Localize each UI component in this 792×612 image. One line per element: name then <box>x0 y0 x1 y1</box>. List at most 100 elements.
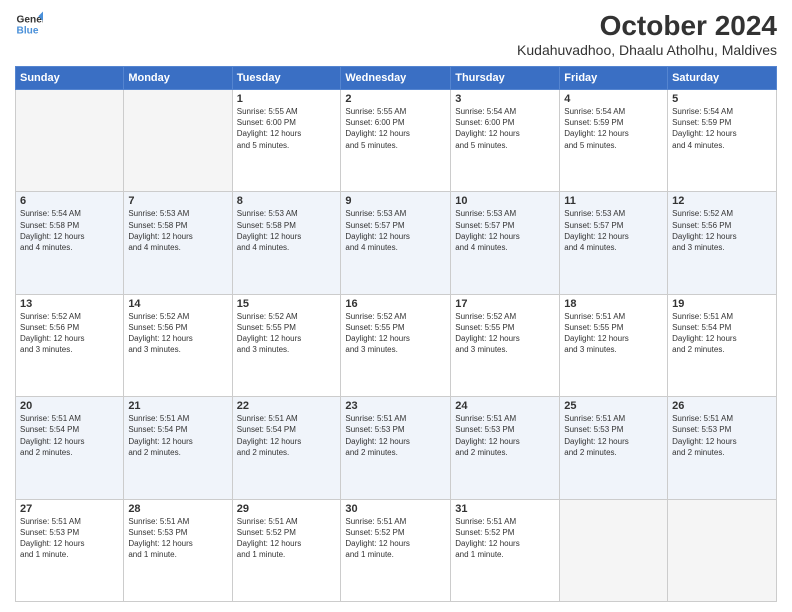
logo-icon: General Blue <box>15 10 43 38</box>
day-info: Sunrise: 5:53 AM Sunset: 5:58 PM Dayligh… <box>237 208 337 253</box>
day-info: Sunrise: 5:51 AM Sunset: 5:54 PM Dayligh… <box>128 413 227 458</box>
day-number: 17 <box>455 298 555 310</box>
day-number: 10 <box>455 195 555 207</box>
day-info: Sunrise: 5:51 AM Sunset: 5:54 PM Dayligh… <box>672 311 772 356</box>
calendar-cell <box>668 499 777 601</box>
day-number: 7 <box>128 195 227 207</box>
calendar-cell: 8Sunrise: 5:53 AM Sunset: 5:58 PM Daylig… <box>232 192 341 294</box>
calendar-cell: 9Sunrise: 5:53 AM Sunset: 5:57 PM Daylig… <box>341 192 451 294</box>
day-number: 16 <box>345 298 446 310</box>
day-info: Sunrise: 5:51 AM Sunset: 5:52 PM Dayligh… <box>345 516 446 561</box>
weekday-header-wednesday: Wednesday <box>341 67 451 90</box>
day-number: 20 <box>20 400 119 412</box>
day-info: Sunrise: 5:54 AM Sunset: 5:59 PM Dayligh… <box>564 106 663 151</box>
calendar-cell: 19Sunrise: 5:51 AM Sunset: 5:54 PM Dayli… <box>668 294 777 396</box>
calendar-week-row-5: 27Sunrise: 5:51 AM Sunset: 5:53 PM Dayli… <box>16 499 777 601</box>
calendar-cell: 24Sunrise: 5:51 AM Sunset: 5:53 PM Dayli… <box>451 397 560 499</box>
calendar-cell: 16Sunrise: 5:52 AM Sunset: 5:55 PM Dayli… <box>341 294 451 396</box>
day-number: 19 <box>672 298 772 310</box>
day-info: Sunrise: 5:52 AM Sunset: 5:56 PM Dayligh… <box>20 311 119 356</box>
day-number: 2 <box>345 93 446 105</box>
day-info: Sunrise: 5:55 AM Sunset: 6:00 PM Dayligh… <box>237 106 337 151</box>
day-info: Sunrise: 5:53 AM Sunset: 5:57 PM Dayligh… <box>345 208 446 253</box>
day-info: Sunrise: 5:54 AM Sunset: 5:58 PM Dayligh… <box>20 208 119 253</box>
day-number: 26 <box>672 400 772 412</box>
calendar-cell: 22Sunrise: 5:51 AM Sunset: 5:54 PM Dayli… <box>232 397 341 499</box>
day-info: Sunrise: 5:51 AM Sunset: 5:53 PM Dayligh… <box>345 413 446 458</box>
calendar-cell: 31Sunrise: 5:51 AM Sunset: 5:52 PM Dayli… <box>451 499 560 601</box>
day-number: 3 <box>455 93 555 105</box>
day-info: Sunrise: 5:55 AM Sunset: 6:00 PM Dayligh… <box>345 106 446 151</box>
day-number: 24 <box>455 400 555 412</box>
subtitle: Kudahuvadhoo, Dhaalu Atholhu, Maldives <box>517 42 777 58</box>
day-info: Sunrise: 5:51 AM Sunset: 5:52 PM Dayligh… <box>237 516 337 561</box>
calendar-week-row-4: 20Sunrise: 5:51 AM Sunset: 5:54 PM Dayli… <box>16 397 777 499</box>
day-info: Sunrise: 5:52 AM Sunset: 5:55 PM Dayligh… <box>237 311 337 356</box>
day-number: 29 <box>237 503 337 515</box>
calendar-cell: 28Sunrise: 5:51 AM Sunset: 5:53 PM Dayli… <box>124 499 232 601</box>
weekday-header-sunday: Sunday <box>16 67 124 90</box>
calendar-cell <box>560 499 668 601</box>
calendar-cell: 1Sunrise: 5:55 AM Sunset: 6:00 PM Daylig… <box>232 90 341 192</box>
day-number: 25 <box>564 400 663 412</box>
day-number: 6 <box>20 195 119 207</box>
day-info: Sunrise: 5:51 AM Sunset: 5:53 PM Dayligh… <box>455 413 555 458</box>
day-info: Sunrise: 5:52 AM Sunset: 5:56 PM Dayligh… <box>672 208 772 253</box>
day-info: Sunrise: 5:53 AM Sunset: 5:57 PM Dayligh… <box>455 208 555 253</box>
day-number: 12 <box>672 195 772 207</box>
day-number: 27 <box>20 503 119 515</box>
day-info: Sunrise: 5:53 AM Sunset: 5:58 PM Dayligh… <box>128 208 227 253</box>
svg-text:Blue: Blue <box>17 25 39 36</box>
day-info: Sunrise: 5:51 AM Sunset: 5:54 PM Dayligh… <box>237 413 337 458</box>
calendar-cell: 5Sunrise: 5:54 AM Sunset: 5:59 PM Daylig… <box>668 90 777 192</box>
calendar-cell: 23Sunrise: 5:51 AM Sunset: 5:53 PM Dayli… <box>341 397 451 499</box>
weekday-header-saturday: Saturday <box>668 67 777 90</box>
calendar-cell: 25Sunrise: 5:51 AM Sunset: 5:53 PM Dayli… <box>560 397 668 499</box>
calendar-cell: 18Sunrise: 5:51 AM Sunset: 5:55 PM Dayli… <box>560 294 668 396</box>
day-number: 22 <box>237 400 337 412</box>
weekday-header-monday: Monday <box>124 67 232 90</box>
day-number: 13 <box>20 298 119 310</box>
calendar-cell <box>16 90 124 192</box>
day-number: 18 <box>564 298 663 310</box>
calendar-cell: 10Sunrise: 5:53 AM Sunset: 5:57 PM Dayli… <box>451 192 560 294</box>
day-info: Sunrise: 5:52 AM Sunset: 5:55 PM Dayligh… <box>455 311 555 356</box>
calendar-cell: 21Sunrise: 5:51 AM Sunset: 5:54 PM Dayli… <box>124 397 232 499</box>
calendar-cell: 12Sunrise: 5:52 AM Sunset: 5:56 PM Dayli… <box>668 192 777 294</box>
day-info: Sunrise: 5:52 AM Sunset: 5:55 PM Dayligh… <box>345 311 446 356</box>
calendar-cell: 4Sunrise: 5:54 AM Sunset: 5:59 PM Daylig… <box>560 90 668 192</box>
logo: General Blue <box>15 10 45 38</box>
calendar-cell: 3Sunrise: 5:54 AM Sunset: 6:00 PM Daylig… <box>451 90 560 192</box>
weekday-header-friday: Friday <box>560 67 668 90</box>
day-number: 8 <box>237 195 337 207</box>
calendar-cell: 6Sunrise: 5:54 AM Sunset: 5:58 PM Daylig… <box>16 192 124 294</box>
calendar-cell: 2Sunrise: 5:55 AM Sunset: 6:00 PM Daylig… <box>341 90 451 192</box>
calendar-week-row-1: 1Sunrise: 5:55 AM Sunset: 6:00 PM Daylig… <box>16 90 777 192</box>
day-info: Sunrise: 5:51 AM Sunset: 5:54 PM Dayligh… <box>20 413 119 458</box>
day-number: 31 <box>455 503 555 515</box>
weekday-header-thursday: Thursday <box>451 67 560 90</box>
day-info: Sunrise: 5:51 AM Sunset: 5:53 PM Dayligh… <box>20 516 119 561</box>
day-number: 14 <box>128 298 227 310</box>
day-info: Sunrise: 5:51 AM Sunset: 5:53 PM Dayligh… <box>672 413 772 458</box>
day-number: 1 <box>237 93 337 105</box>
day-info: Sunrise: 5:53 AM Sunset: 5:57 PM Dayligh… <box>564 208 663 253</box>
calendar-cell: 13Sunrise: 5:52 AM Sunset: 5:56 PM Dayli… <box>16 294 124 396</box>
day-number: 30 <box>345 503 446 515</box>
day-number: 21 <box>128 400 227 412</box>
calendar-cell: 15Sunrise: 5:52 AM Sunset: 5:55 PM Dayli… <box>232 294 341 396</box>
page: General Blue October 2024 Kudahuvadhoo, … <box>0 0 792 612</box>
calendar-week-row-3: 13Sunrise: 5:52 AM Sunset: 5:56 PM Dayli… <box>16 294 777 396</box>
calendar-cell: 7Sunrise: 5:53 AM Sunset: 5:58 PM Daylig… <box>124 192 232 294</box>
calendar-cell: 30Sunrise: 5:51 AM Sunset: 5:52 PM Dayli… <box>341 499 451 601</box>
weekday-header-tuesday: Tuesday <box>232 67 341 90</box>
weekday-header-row: SundayMondayTuesdayWednesdayThursdayFrid… <box>16 67 777 90</box>
day-number: 23 <box>345 400 446 412</box>
day-info: Sunrise: 5:51 AM Sunset: 5:55 PM Dayligh… <box>564 311 663 356</box>
calendar-cell: 26Sunrise: 5:51 AM Sunset: 5:53 PM Dayli… <box>668 397 777 499</box>
day-number: 4 <box>564 93 663 105</box>
day-number: 15 <box>237 298 337 310</box>
title-block: October 2024 Kudahuvadhoo, Dhaalu Atholh… <box>517 10 777 58</box>
day-info: Sunrise: 5:52 AM Sunset: 5:56 PM Dayligh… <box>128 311 227 356</box>
calendar-cell: 29Sunrise: 5:51 AM Sunset: 5:52 PM Dayli… <box>232 499 341 601</box>
